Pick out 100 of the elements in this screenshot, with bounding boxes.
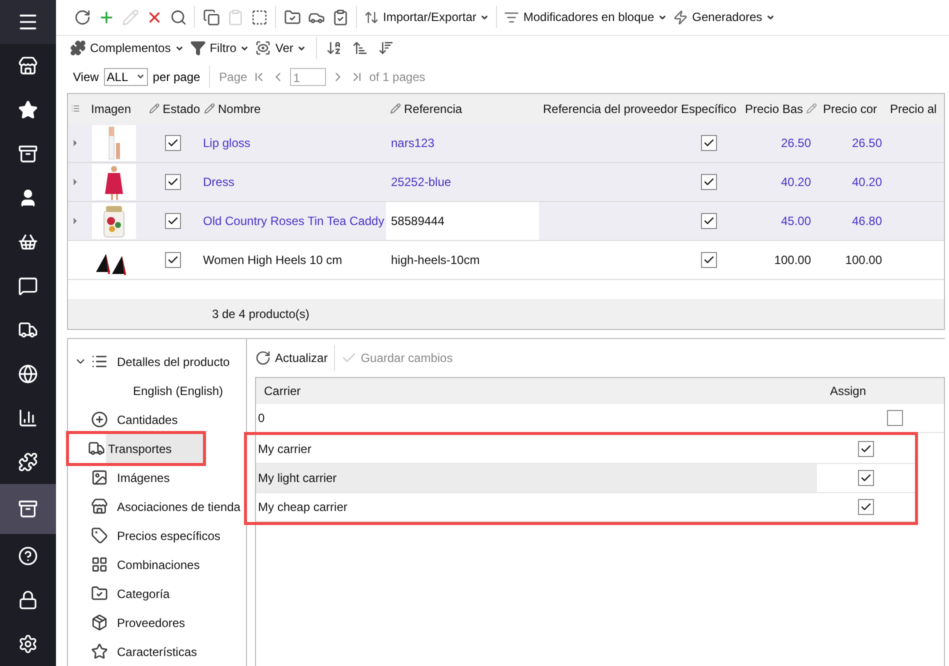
truck-icon (88, 440, 106, 457)
refresh-icon (255, 350, 271, 366)
table-cell-text: My cheap carrier (258, 499, 348, 516)
column-header[interactable]: Nombre (218, 100, 261, 118)
edit-icon (122, 8, 138, 26)
column-header[interactable]: Específico (681, 100, 736, 118)
tree-item[interactable]: Cantidades (115, 405, 180, 434)
table-cell: Women High Heels 10 cm (203, 252, 342, 267)
menu-button[interactable]: Complementos (70, 36, 190, 60)
table-cell: 26.50 (852, 136, 882, 150)
table-cell-text: 0 (258, 410, 265, 427)
package-icon (91, 614, 108, 631)
bar-chart-icon (18, 408, 38, 428)
checkbox[interactable] (858, 499, 874, 515)
check-icon (166, 176, 178, 188)
checkbox[interactable] (701, 252, 717, 268)
truck-icon (18, 320, 38, 340)
caret-icon (240, 44, 250, 53)
record-count: 3 de 4 producto(s) (212, 306, 310, 323)
sidebar-item[interactable] (0, 484, 56, 534)
table-cell: 45.00 (780, 214, 811, 228)
tree-item[interactable]: Asociaciones de tienda (115, 492, 242, 521)
column-menu-icon[interactable] (70, 104, 80, 114)
column-header[interactable]: Referencia del proveedor (543, 100, 678, 118)
checkbox[interactable] (887, 410, 903, 426)
column-header[interactable]: Precio Bas (745, 100, 804, 118)
menu-button[interactable]: Filtro (190, 36, 256, 60)
caret-icon (658, 12, 668, 22)
filter-list-icon (504, 10, 520, 25)
checkbox[interactable] (701, 134, 717, 151)
table-cell-text: 25252-blue (391, 174, 452, 191)
tree-item[interactable]: Combinaciones (115, 550, 202, 579)
tag-icon (91, 527, 108, 544)
check-icon (860, 443, 872, 455)
puzzle-icon (70, 40, 86, 56)
table-cell: Lip gloss (203, 136, 250, 150)
column-header[interactable]: Estado (162, 100, 200, 118)
help-icon (18, 546, 38, 566)
column-header[interactable]: Referencia (404, 100, 462, 118)
quantity-icon (91, 411, 108, 428)
star-icon (18, 100, 38, 120)
dashed-square-icon (250, 8, 268, 26)
table-cell: 40.20 (780, 174, 811, 189)
checkbox[interactable] (858, 441, 874, 457)
checkbox[interactable] (164, 134, 180, 151)
table-cell: 100.00 (845, 252, 882, 267)
store-icon (18, 56, 38, 76)
per-page-select[interactable]: ALL (104, 68, 148, 86)
menu-button[interactable]: Ver (255, 36, 312, 60)
table-cell: 100.00 (774, 252, 811, 267)
column-header[interactable]: Imagen (91, 100, 132, 118)
checkbox[interactable] (701, 174, 717, 190)
tree-item[interactable]: English (English) (133, 382, 224, 400)
sort-icon[interactable] (326, 40, 342, 56)
edit-icon (204, 103, 215, 114)
tree-item[interactable]: Categoría (115, 579, 172, 608)
add-icon (98, 8, 114, 26)
page-count: of 1 pages (369, 68, 426, 86)
refresh-button[interactable]: Actualizar (255, 344, 328, 372)
eye-icon (255, 40, 272, 56)
column-header[interactable]: Precio cor (823, 100, 878, 118)
column-header[interactable]: Precio al (890, 100, 937, 118)
table-cell: Dress (203, 174, 234, 189)
table-cell: 40.20 (852, 174, 882, 189)
checkbox[interactable] (164, 252, 180, 268)
sort-down-icon[interactable] (378, 40, 394, 56)
check-icon (166, 136, 178, 149)
checkbox[interactable] (701, 212, 717, 229)
refresh-icon (74, 8, 90, 26)
edit-icon (149, 103, 160, 114)
tree-item[interactable]: Imágenes (115, 463, 172, 492)
edit-icon (806, 103, 818, 114)
tree-item[interactable]: Proveedores (115, 608, 188, 637)
lightning-icon (673, 10, 688, 25)
check-icon (703, 176, 715, 188)
checkbox[interactable] (164, 174, 180, 190)
caret-icon (766, 12, 776, 22)
grid-icon (91, 556, 108, 573)
check-icon (703, 136, 715, 149)
folder-check-icon (91, 585, 108, 602)
tree-item[interactable]: Transportes (106, 434, 203, 463)
checkbox[interactable] (858, 470, 874, 486)
table-cell: Old Country Roses Tin Tea Caddy (203, 214, 384, 228)
checkbox[interactable] (164, 212, 180, 229)
menu-button[interactable]: Modificadores en bloque (501, 4, 670, 30)
table-cell-text: high-heels-10cm (391, 252, 480, 269)
menu-button[interactable]: Importar/Exportar (361, 4, 492, 30)
table-cell: 26.50 (780, 136, 811, 150)
page-input[interactable]: 1 (290, 68, 326, 86)
menu-button[interactable]: Generadores (670, 4, 778, 30)
basket-icon (18, 232, 38, 252)
tree-item[interactable]: Características (115, 637, 200, 666)
column-header[interactable]: Carrier (256, 382, 824, 400)
caret-icon (480, 12, 490, 22)
tree-item[interactable]: Precios específicos (115, 521, 222, 550)
tree-item[interactable]: Detalles del producto (115, 347, 232, 376)
column-header[interactable]: Assign (824, 382, 944, 400)
sort-up-icon[interactable] (352, 40, 368, 56)
caret-icon (174, 44, 184, 53)
image-icon (91, 469, 108, 486)
